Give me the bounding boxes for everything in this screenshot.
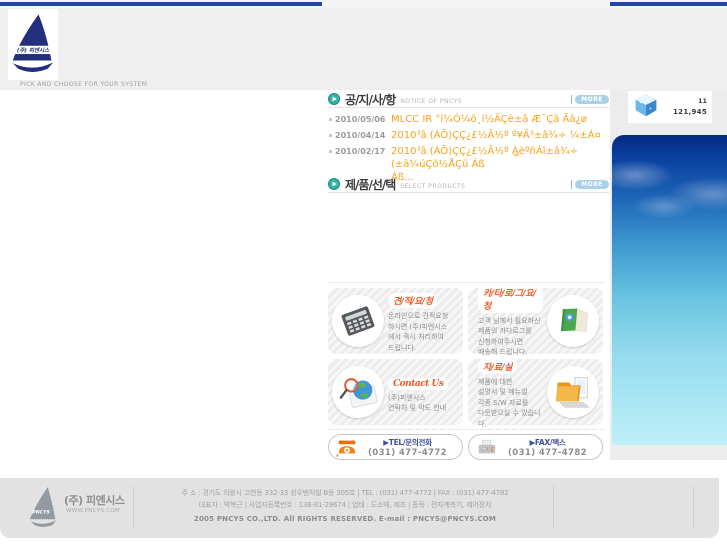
more-divider bbox=[571, 94, 573, 104]
products-subtitle: SELECT PRODUCTS bbox=[400, 183, 466, 190]
notice-item: 2010/04/14 2010³â (ÁÖ)ÇÇ¿£½Ã½º º¥Ã³±â¾÷ … bbox=[328, 129, 609, 142]
notice-link[interactable]: MLCC IR °í¼Ó¼ö¸í½ÃÇè±â Æ¯Çã Ãâ¿ø bbox=[385, 113, 609, 126]
footer-company-name: (주) 피엔시스 bbox=[64, 494, 125, 507]
footer-website: WWW.PNCYS.COM bbox=[66, 508, 121, 514]
card-title: 자/료/실 bbox=[478, 358, 517, 374]
footer: PNCYS (주) 피엔시스 WWW.PNCYS.COM 주 소 : 경기도 의… bbox=[0, 478, 719, 538]
products-title: 제/품/선/택 bbox=[345, 177, 396, 192]
notice-section: 공/지/사/항 NOTICE OF PNCYS MORE 2010/05/06 … bbox=[328, 91, 609, 187]
more-divider bbox=[571, 179, 573, 189]
logo-text: (주) 피엔시스 bbox=[17, 47, 50, 54]
section-bullet-icon bbox=[328, 90, 340, 109]
tel-bar: ▶TEL/문의전화 (031) 477-4772 bbox=[328, 434, 463, 460]
tagline: PICK AND CHOOSE FOR YOUR SYSTEM bbox=[20, 81, 148, 88]
contact-bars: ▶TEL/문의전화 (031) 477-4772 FAX ▶FAX/팩스 (03… bbox=[328, 429, 605, 460]
footer-registration-line: 대표자 : 박복근 | 사업자등록번호 : 138-81-29674 | 업태 … bbox=[198, 500, 492, 509]
bullet-icon bbox=[329, 150, 332, 153]
catalog-book-icon bbox=[547, 295, 599, 347]
more-label: MORE bbox=[575, 94, 609, 104]
notice-header: 공/지/사/항 NOTICE OF PNCYS MORE bbox=[328, 91, 609, 108]
card-body: (주)피엔시스 연락처 및 약도 안내 bbox=[388, 393, 447, 413]
footer-sailboat-icon: PNCYS bbox=[26, 484, 60, 534]
telephone-icon bbox=[335, 437, 359, 457]
notice-item: 2010/05/06 MLCC IR °í¼Ó¼ö¸í½ÃÇè±â Æ¯Çã Ã… bbox=[328, 113, 609, 126]
calculator-icon bbox=[332, 295, 384, 347]
notice-subtitle: NOTICE OF PNCYS bbox=[400, 98, 463, 105]
today-count: 11 bbox=[697, 96, 707, 105]
header-band: (주) 피엔시스 PICK AND CHOOSE FOR YOUR SYSTEM bbox=[0, 8, 727, 90]
products-section: 제/품/선/택 SELECT PRODUCTS MORE bbox=[328, 176, 609, 193]
svg-text:FAX: FAX bbox=[481, 447, 486, 451]
notice-list: 2010/05/06 MLCC IR °í¼Ó¼ö¸í½ÃÇè±â Æ¯Çã Ã… bbox=[328, 108, 609, 184]
footer-divider bbox=[553, 486, 554, 528]
footer-logo-text: PNCYS bbox=[32, 510, 50, 516]
notice-title: 공/지/사/항 bbox=[345, 92, 396, 107]
fax-icon: FAX bbox=[475, 437, 499, 457]
card-quote-request[interactable]: 견/적/요/청 온라인으로 견적요청 하시면 (주)피엔시스 에서 즉시 처리하… bbox=[328, 288, 463, 354]
card-title: Contact Us bbox=[388, 377, 449, 390]
notice-date: 2010/04/14 bbox=[335, 131, 386, 140]
globe-magnifier-icon bbox=[332, 366, 384, 418]
card-downloads[interactable]: 자/료/실 제품에 대한 설명서 및 메뉴얼 각종 S/W 자료를 다운받으실 … bbox=[468, 358, 603, 428]
card-title: 견/적/요/청 bbox=[388, 293, 438, 308]
tel-number: (031) 477-4772 bbox=[368, 447, 447, 458]
sailboat-logo-icon: (주) 피엔시스 bbox=[10, 11, 56, 79]
footer-info: 주 소 : 경기도 의왕시 고천동 332-33 성우벤처빌 B동 305호 |… bbox=[140, 488, 550, 523]
bullet-icon bbox=[329, 118, 332, 121]
footer-copyright-line: 2005 PNCYS CO.,LTD. All RIGHTS RESERVED.… bbox=[193, 515, 497, 524]
footer-address-line: 주 소 : 경기도 의왕시 고천동 332-33 성우벤처빌 B동 305호 |… bbox=[181, 489, 509, 497]
download-folder-icon bbox=[547, 366, 599, 418]
card-body: 제품에 대한 설명서 및 메뉴얼 각종 S/W 자료를 다운받으실 수 있습니다… bbox=[478, 377, 541, 428]
card-title: 카/타/로/그/요/청 bbox=[478, 284, 543, 313]
company-logo[interactable]: (주) 피엔시스 bbox=[8, 9, 58, 80]
notice-more-button[interactable]: MORE bbox=[571, 94, 609, 104]
products-header: 제/품/선/택 SELECT PRODUCTS MORE bbox=[328, 176, 609, 193]
page: (주) 피엔시스 PICK AND CHOOSE FOR YOUR SYSTEM… bbox=[0, 0, 727, 545]
quick-menu: 견/적/요/청 온라인으로 견적요청 하시면 (주)피엔시스 에서 즉시 처리하… bbox=[328, 282, 605, 460]
fax-label: ▶FAX/팩스 bbox=[529, 437, 566, 447]
footer-divider bbox=[693, 486, 694, 528]
sky-banner bbox=[612, 135, 727, 445]
notice-link[interactable]: 2010³â (ÁÖ)ÇÇ¿£½Ã½º º¥Ã³±â¾÷ ¼±Á¤ bbox=[385, 129, 609, 142]
notice-date: 2010/05/06 bbox=[335, 115, 386, 124]
card-contact-us[interactable]: Contact Us (주)피엔시스 연락처 및 약도 안내 bbox=[328, 359, 463, 425]
footer-divider bbox=[133, 486, 134, 528]
total-count: 121,945 bbox=[673, 107, 707, 116]
card-body: 고객 님께서 필요하신 제품의 카다로그를 신청하여주시면 배송해 드립니다. bbox=[478, 316, 541, 357]
fax-number: (031) 477-4782 bbox=[508, 447, 587, 458]
tel-label: ▶TEL/문의전화 bbox=[383, 437, 432, 447]
ice-cube-icon bbox=[633, 91, 659, 123]
top-accent-line-left bbox=[0, 2, 322, 6]
more-label: MORE bbox=[575, 179, 609, 189]
card-catalog-request[interactable]: 카/타/로/그/요/청 고객 님께서 필요하신 제품의 카다로그를 신청하여주시… bbox=[468, 284, 603, 356]
bullet-icon bbox=[329, 134, 332, 137]
products-more-button[interactable]: MORE bbox=[571, 179, 609, 189]
section-bullet-icon bbox=[328, 175, 340, 194]
top-accent-line-right bbox=[610, 2, 727, 6]
visitor-counter: 11 121,945 bbox=[628, 91, 712, 123]
card-body: 온라인으로 견적요청 하시면 (주)피엔시스 에서 즉시 처리하여 드립니다. bbox=[388, 312, 449, 352]
fax-bar: FAX ▶FAX/팩스 (031) 477-4782 bbox=[468, 434, 603, 460]
